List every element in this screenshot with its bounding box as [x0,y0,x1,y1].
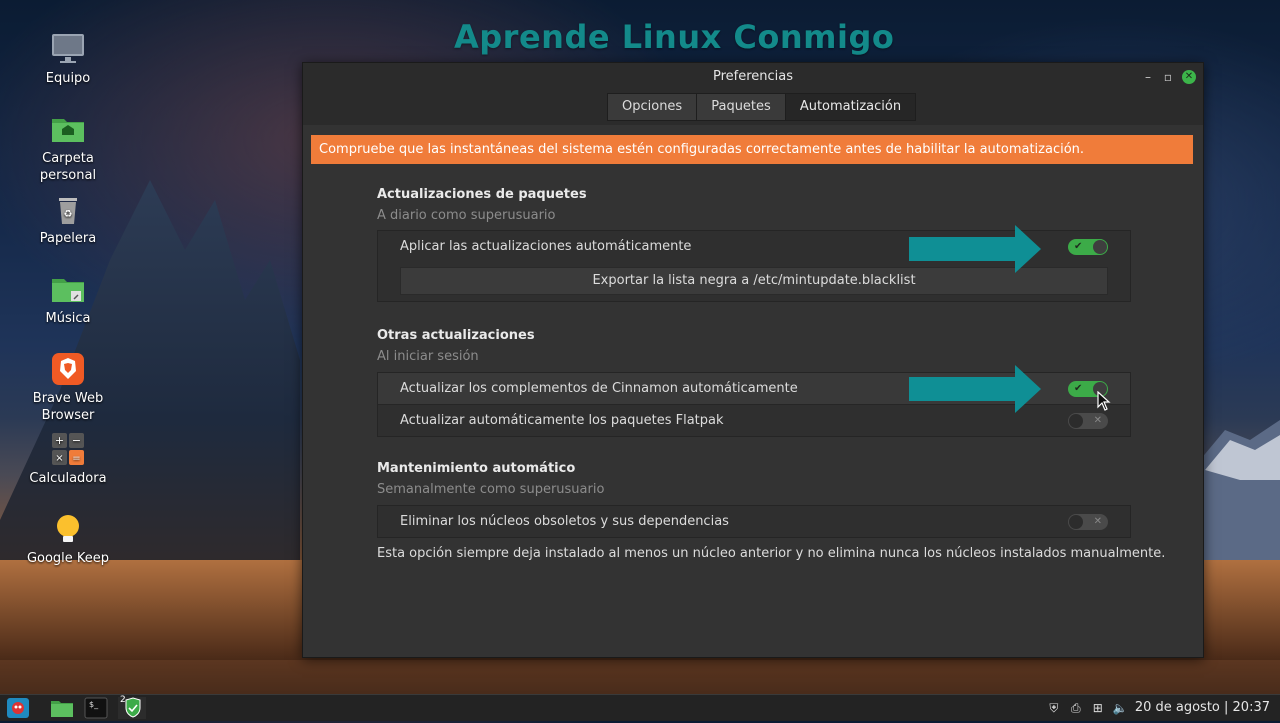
auto-update-switch[interactable]: ✔ [1068,239,1108,255]
maintenance-frame: Eliminar los núcleos obsoletos y sus dep… [377,505,1131,538]
automation-panel: Compruebe que las instantáneas del siste… [303,125,1203,657]
desktop-icon-papelera[interactable]: ♻ Papelera [13,192,123,247]
printer-icon[interactable]: ⎙ [1069,701,1083,715]
menu-button[interactable] [6,697,30,719]
cross-icon: ✕ [1093,516,1102,527]
svg-text:♻: ♻ [64,209,73,220]
desktop-icon-carpeta-personal[interactable]: Carpeta personal [13,112,123,184]
shield-tray-icon[interactable]: ⛨ [1047,701,1061,715]
section-subtitle-packages: A diario como superusuario [377,208,556,223]
svg-text:$_: $_ [89,700,99,709]
taskbar: $_ 2 ⛨ ⎙ ⊞ 🔈 20 de agosto | 20:37 [0,694,1280,721]
section-subtitle-maintenance: Semanalmente como superusuario [377,482,605,497]
clock[interactable]: 20 de agosto | 20:37 [1135,695,1270,721]
flatpak-update-label: Actualizar automáticamente los paquetes … [400,413,724,428]
annotation-arrow-icon [909,225,1041,273]
svg-text:=: = [72,453,80,464]
section-title-other: Otras actualizaciones [377,328,535,343]
section-title-packages: Actualizaciones de paquetes [377,187,587,202]
annotation-arrow-icon [909,365,1041,413]
minimize-button[interactable]: – [1141,70,1155,84]
desktop-icon-label: Calculadora [29,471,107,486]
maximize-button[interactable]: ▫ [1161,70,1175,84]
mouse-pointer-icon [1097,391,1111,411]
desktop-icon-equipo[interactable]: Equipo [13,32,123,87]
trash-icon: ♻ [51,192,85,226]
section-subtitle-other: Al iniciar sesión [377,349,479,364]
tab-automatizacion[interactable]: Automatización [785,94,916,120]
update-manager-window-button[interactable]: 2 [118,695,146,719]
window-title: Preferencias [712,69,794,84]
folder-icon [51,701,73,717]
warning-banner: Compruebe que las instantáneas del siste… [311,135,1193,164]
auto-update-label: Aplicar las actualizaciones automáticame… [400,239,692,254]
terminal-launcher[interactable]: $_ [84,697,108,719]
tab-opciones[interactable]: Opciones [608,94,698,120]
tab-paquetes[interactable]: Paquetes [697,94,786,120]
brave-icon [51,352,85,386]
kernels-label: Eliminar los núcleos obsoletos y sus dep… [400,514,729,529]
svg-text:+: + [55,434,64,447]
svg-text:−: − [72,434,81,447]
kernels-row: Eliminar los núcleos obsoletos y sus dep… [378,506,1130,537]
cross-icon: ✕ [1093,415,1102,426]
music-folder-icon [51,272,85,306]
system-tray: ⛨ ⎙ ⊞ 🔈 20 de agosto | 20:37 [1047,695,1270,721]
files-launcher[interactable] [50,697,74,719]
desktop-icon-label: Música [45,311,91,326]
check-icon: ✔ [1074,241,1083,252]
close-button[interactable]: ✕ [1182,70,1196,84]
svg-text:×: × [55,453,63,464]
preferences-window: Preferencias – ▫ ✕ Opciones Paquetes Aut… [302,62,1204,658]
desktop-icon-label: Papelera [39,231,97,246]
workspace-badge: 2 [120,695,126,705]
flatpak-update-switch[interactable]: ✕ [1068,413,1108,429]
desktop-icon-label: Carpeta personal [39,151,97,183]
desktop-icon-label: Brave Web Browser [32,391,104,423]
terminal-icon: $_ [84,697,108,719]
check-icon: ✔ [1074,383,1083,394]
network-icon[interactable]: ⊞ [1091,701,1105,715]
maintenance-note: Esta opción siempre deja instalado al me… [377,546,1166,561]
watermark-text: Aprende Linux Conmigo [454,18,895,56]
tab-bar: Opciones Paquetes Automatización [607,93,917,121]
home-folder-icon [51,112,85,146]
window-titlebar[interactable]: Preferencias – ▫ ✕ Opciones Paquetes Aut… [303,63,1203,125]
computer-icon [51,32,85,66]
cinnamon-update-label: Actualizar los complementos de Cinnamon … [400,381,798,396]
desktop-icon-calculadora[interactable]: + − × = Calculadora [13,432,123,487]
volume-icon[interactable]: 🔈 [1113,701,1128,715]
desktop-icon-brave[interactable]: Brave Web Browser [13,352,123,424]
desktop-icon-google-keep[interactable]: Google Keep [13,512,123,567]
desktop-icon-musica[interactable]: Música [13,272,123,327]
desktop-icon-label: Google Keep [26,551,110,566]
desktop-icon-label: Equipo [45,71,91,86]
keep-icon [51,512,85,546]
menu-icon [7,698,29,718]
kernels-switch[interactable]: ✕ [1068,514,1108,530]
calculator-icon: + − × = [51,432,85,466]
section-title-maintenance: Mantenimiento automático [377,461,576,476]
